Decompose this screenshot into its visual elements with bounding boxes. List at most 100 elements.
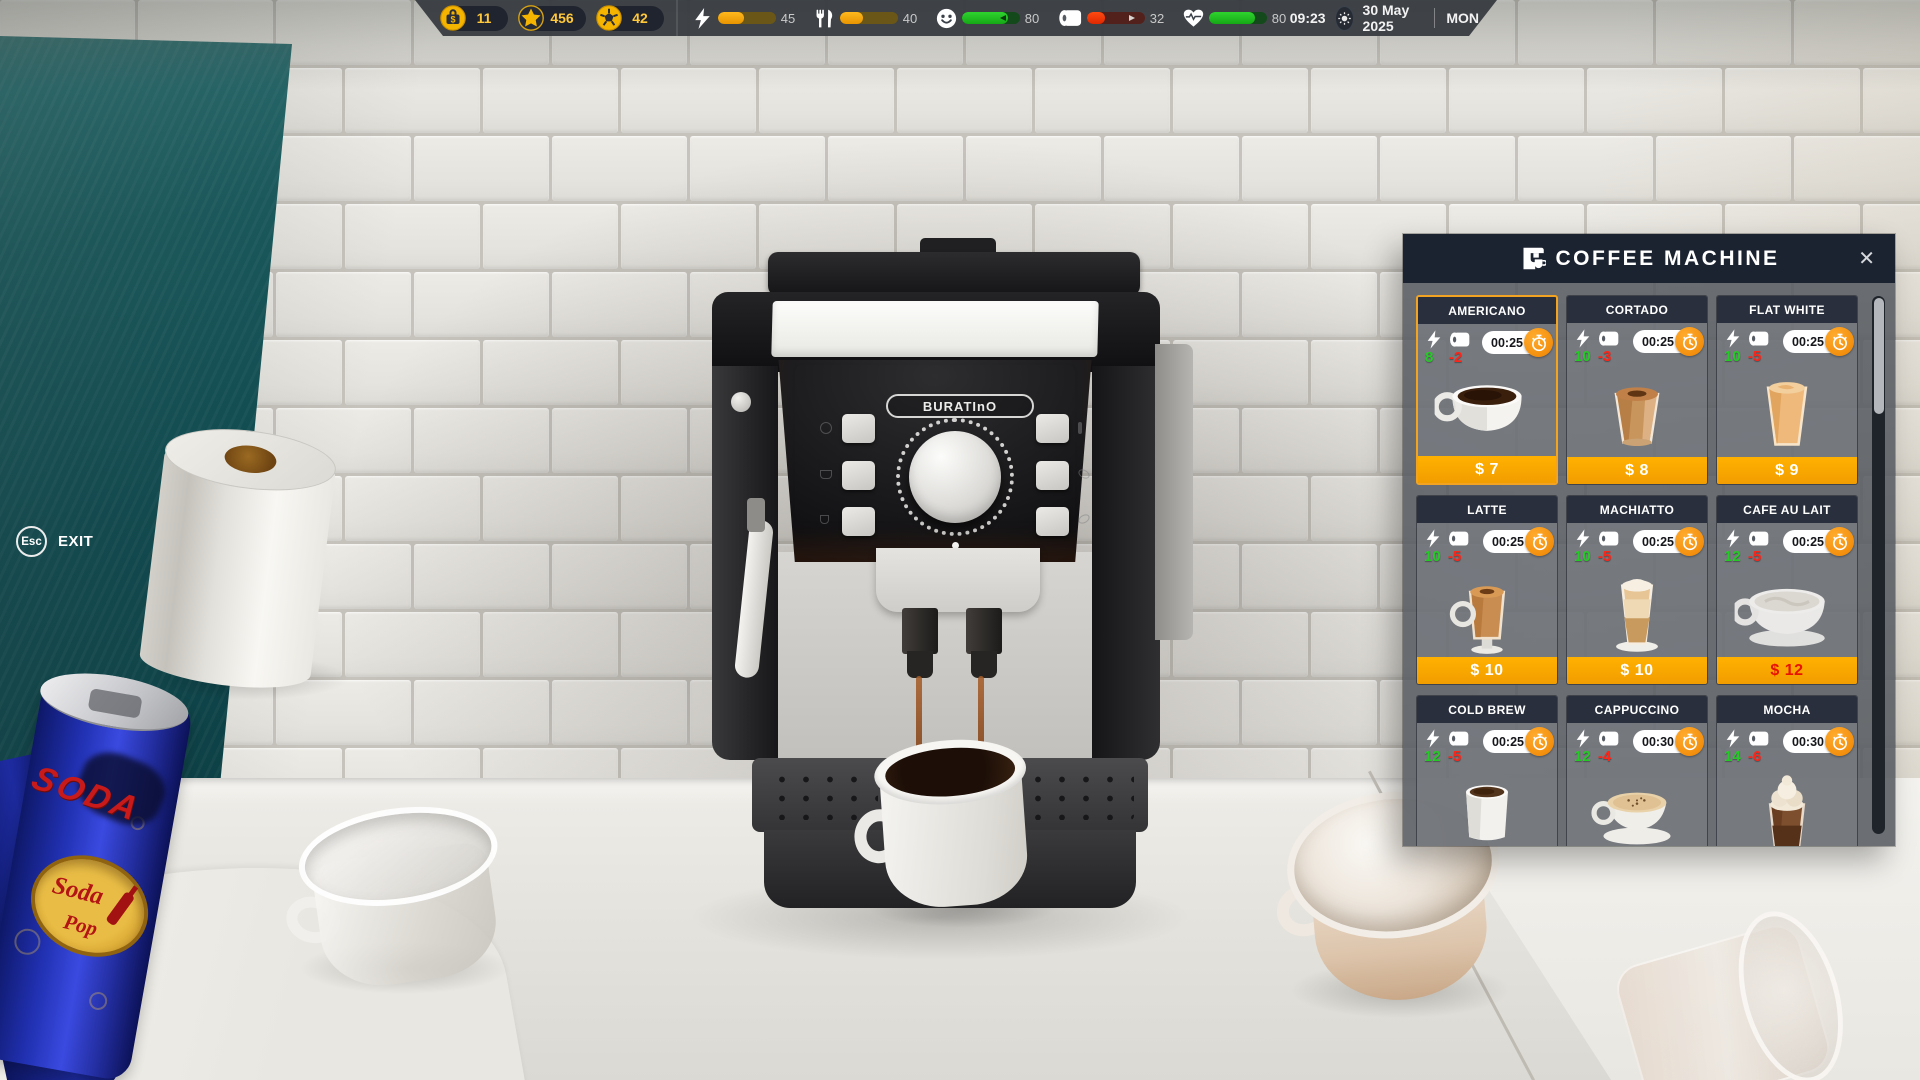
price-tag: $ 10 <box>1567 657 1707 684</box>
energy-gain: 10 <box>1724 348 1741 365</box>
toilet-loss: -4 <box>1598 748 1611 765</box>
spout-left <box>902 608 938 654</box>
energy-gain: 10 <box>1424 548 1441 565</box>
brew-time-badge: 00:25 <box>1783 330 1846 353</box>
timer-icon <box>1675 727 1704 756</box>
coffee-item-mocha[interactable]: MOCHA 14 -6 00:30 <box>1716 695 1858 846</box>
top-hud-bar: 11 456 42 45 40 <box>415 0 1497 36</box>
brew-time: 00:25 <box>1792 335 1824 349</box>
toilet-loss: -5 <box>1598 548 1611 565</box>
lightning-icon <box>692 8 713 29</box>
stars-badge: 456 <box>519 6 586 31</box>
energy-icon <box>1576 329 1590 348</box>
toilet-paper-icon <box>1447 730 1470 748</box>
machine-button <box>842 507 875 536</box>
toilet-paper-icon <box>1448 331 1471 349</box>
brew-time-badge: 00:25 <box>1483 730 1546 753</box>
brew-time-badge: 00:25 <box>1482 331 1545 354</box>
coffee-item-flat-white[interactable]: FLAT WHITE 10 -5 00:25 $ 9 <box>1716 295 1858 485</box>
coffee-item-machiatto[interactable]: MACHIATTO 10 -5 00:25 $ 10 <box>1566 495 1708 685</box>
drink-image-cappuccino <box>1583 769 1691 846</box>
soda-badge-line2: Pop <box>61 909 100 941</box>
timer-icon <box>1825 527 1854 556</box>
toilet-loss: -5 <box>1748 548 1761 565</box>
close-icon[interactable]: ✕ <box>1852 234 1881 283</box>
drink-name: MOCHA <box>1717 696 1857 723</box>
coffee-machine-panel: COFFEE MACHINE ✕ AMERICANO 8 -2 00:25 $ … <box>1403 234 1895 846</box>
clock-divider <box>1434 8 1435 28</box>
machine-brand-label: BURATInO <box>886 394 1034 418</box>
drip-tray-holes <box>1026 770 1134 820</box>
energy-icon <box>1426 529 1440 548</box>
coffee-machine-icon <box>1519 245 1546 272</box>
toilet-loss: -5 <box>1448 748 1461 765</box>
cup-icon <box>820 470 832 479</box>
drink-image-machiatto <box>1583 569 1691 657</box>
scrollbar-thumb[interactable] <box>1874 298 1884 414</box>
spout-right <box>966 608 1002 654</box>
money-icon <box>440 5 466 31</box>
toilet-paper-icon <box>1747 730 1770 748</box>
soda-can-front: SODA Soda Pop <box>0 678 194 1080</box>
machine-button <box>842 414 875 443</box>
thermometer-icon <box>1078 422 1082 434</box>
machine-right-side <box>1092 366 1160 760</box>
stat-happiness: 80 <box>936 8 1043 29</box>
heart-pulse-icon <box>1183 8 1204 29</box>
coffee-item-latte[interactable]: LATTE 10 -5 00:25 $ 10 <box>1416 495 1558 685</box>
drink-image-cold-brew <box>1433 769 1541 846</box>
drink-card-body: 10 -5 00:25 <box>1567 523 1707 657</box>
panel-scrollbar[interactable] <box>1872 296 1885 834</box>
star-icon <box>518 5 544 31</box>
toilet-loss: -6 <box>1748 748 1761 765</box>
tokens-value: 42 <box>626 10 654 26</box>
panel-title: COFFEE MACHINE <box>1556 247 1780 271</box>
price-tag: $ 12 <box>1717 657 1857 684</box>
toilet-paper-icon <box>1597 330 1620 348</box>
token-ball-icon <box>596 5 622 31</box>
brew-time-badge: 00:25 <box>1783 530 1846 553</box>
coffee-item-cold-brew[interactable]: COLD BREW 12 -5 00:25 <box>1416 695 1558 846</box>
energy-icon <box>1726 329 1740 348</box>
coffee-item-cafe-au-lait[interactable]: CAFE AU LAIT 12 -5 00:25 $ 12 <box>1716 495 1858 685</box>
spout-tip <box>971 651 997 678</box>
drink-image-cafe-au-lait <box>1733 569 1841 657</box>
drink-card-body: 12 -5 00:25 <box>1717 523 1857 657</box>
timer-icon <box>1825 727 1854 756</box>
energy-gain: 12 <box>1424 748 1441 765</box>
drink-card-body: 8 -2 00:25 <box>1418 324 1556 456</box>
drink-grid: AMERICANO 8 -2 00:25 $ 7 CORTADO 1 <box>1416 295 1858 846</box>
stat-health: 80 <box>1183 8 1290 29</box>
money-value: 11 <box>470 10 498 26</box>
energy-icon <box>1576 529 1590 548</box>
brew-time: 00:25 <box>1792 535 1824 549</box>
timer-icon <box>1675 527 1704 556</box>
stars-value: 456 <box>548 10 576 26</box>
hunger-value: 40 <box>903 11 921 26</box>
toilet-paper-icon <box>1058 8 1082 29</box>
tokens-badge: 42 <box>597 6 664 31</box>
timer-icon <box>1524 328 1553 357</box>
happiness-value: 80 <box>1025 11 1043 26</box>
weather-sun-icon <box>1335 6 1354 31</box>
toilet-loss: -5 <box>1448 548 1461 565</box>
date-value: 30 May 2025 <box>1363 2 1423 34</box>
soda-badge-line1: Soda <box>49 872 106 912</box>
panel-header: COFFEE MACHINE ✕ <box>1403 234 1895 283</box>
coffee-item-cortado[interactable]: CORTADO 10 -3 00:25 $ 8 <box>1566 295 1708 485</box>
price-tag: $ 9 <box>1717 457 1857 484</box>
machine-lid <box>768 252 1140 296</box>
exit-button[interactable]: Esc EXIT <box>16 526 93 557</box>
energy-gain: 14 <box>1724 748 1741 765</box>
drink-name: COLD BREW <box>1417 696 1557 723</box>
machine-button <box>1036 414 1069 443</box>
drink-image-cortado <box>1583 369 1691 457</box>
machine-button <box>1036 507 1069 536</box>
drink-name: AMERICANO <box>1418 297 1556 324</box>
coffee-item-cappuccino[interactable]: CAPPUCCINO 12 -4 00:30 <box>1566 695 1708 846</box>
toilet-value: 32 <box>1150 11 1168 26</box>
coffee-item-americano[interactable]: AMERICANO 8 -2 00:25 $ 7 <box>1416 295 1558 485</box>
brewing-cup <box>872 735 1036 919</box>
energy-value: 45 <box>781 11 799 26</box>
dial-knob <box>909 431 1001 523</box>
